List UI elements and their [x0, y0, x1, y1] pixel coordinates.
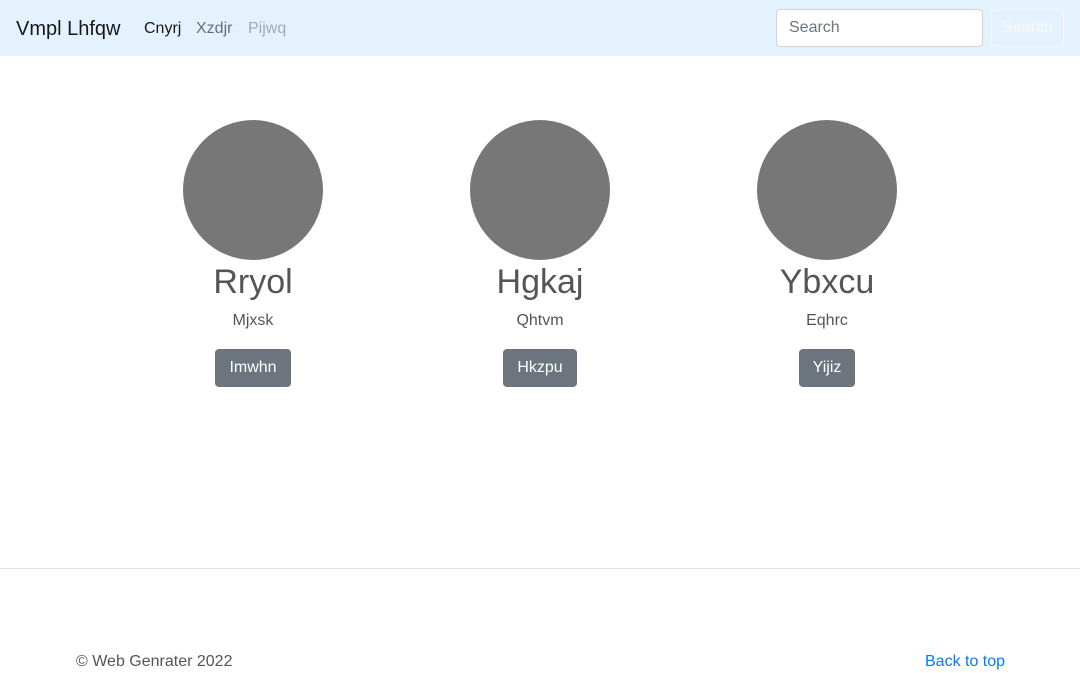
card-button-hkzpu[interactable]: Hkzpu [503, 349, 577, 387]
nav-link-cnyrj[interactable]: Cnyrj [144, 19, 181, 39]
card-name: Rryol [213, 263, 293, 301]
avatar-placeholder [757, 120, 897, 260]
card-name: Hgkaj [496, 263, 584, 301]
top-navbar: Vmpl Lhfqw Cnyrj Xzdjr Pijwq Search [0, 0, 1080, 56]
avatar-placeholder [183, 120, 323, 260]
nav-link-xzdjr[interactable]: Xzdjr [196, 19, 232, 39]
card-button-imwhn[interactable]: Imwhn [215, 349, 291, 387]
footer-copyright: © Web Genrater 2022 [76, 653, 233, 670]
card-subtitle: Mjxsk [232, 312, 274, 329]
card-button-yijiz[interactable]: Yijiz [798, 349, 856, 387]
profile-card-ybxcu: Ybxcu Eqhrc Yijiz [707, 120, 947, 387]
card-name: Ybxcu [779, 263, 875, 301]
card-subtitle: Qhtvm [516, 312, 564, 329]
search-input[interactable] [776, 9, 983, 47]
card-subtitle: Eqhrc [806, 312, 848, 329]
nav-link-pijwq-disabled: Pijwq [248, 20, 287, 37]
profile-card-hgkaj: Hgkaj Qhtvm Hkzpu [420, 120, 660, 387]
footer-divider [0, 568, 1080, 569]
search-button[interactable]: Search [991, 9, 1064, 47]
avatar-placeholder [470, 120, 610, 260]
back-to-top-link[interactable]: Back to top [925, 652, 1005, 672]
profile-card-rryol: Rryol Mjxsk Imwhn [133, 120, 373, 387]
navbar-brand[interactable]: Vmpl Lhfqw [16, 16, 121, 42]
